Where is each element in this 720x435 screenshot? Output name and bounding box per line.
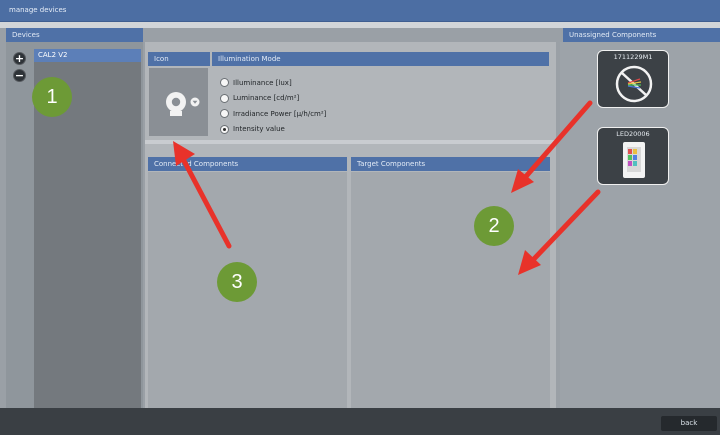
annotation-arrows (173, 100, 601, 275)
annotation-marker-1: 1 (32, 77, 72, 117)
annotation-marker-2: 2 (474, 206, 514, 246)
annotation-arrow-2b (529, 189, 601, 264)
annotation-arrow-2a (519, 100, 593, 184)
annotation-marker-3: 3 (217, 262, 257, 302)
annotation-arrow-3 (179, 154, 232, 249)
